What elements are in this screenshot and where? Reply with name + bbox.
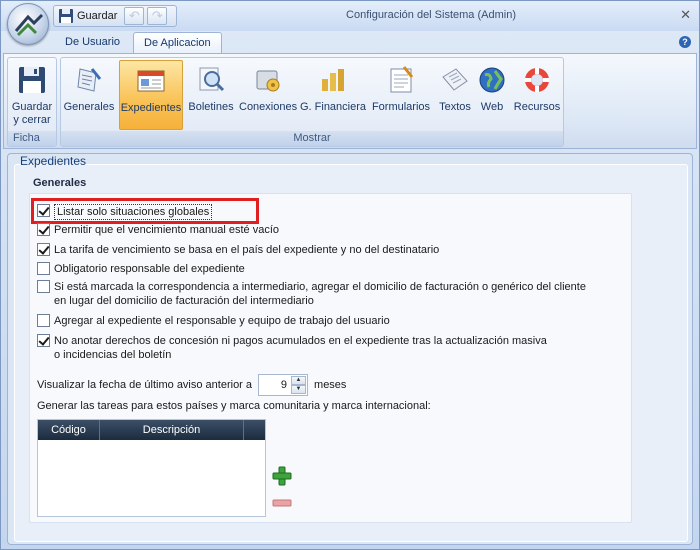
group-title-generales: Generales (33, 177, 87, 189)
highlight-box (31, 198, 259, 224)
label-no-anotar-line2: o incidencias del boletín (54, 349, 172, 361)
app-logo-icon (14, 13, 44, 37)
ribbon-button-boletines[interactable]: Boletines (185, 60, 237, 130)
column-descripcion[interactable]: Descripción (100, 420, 244, 440)
label-vencimiento-vacio: Permitir que el vencimiento manual esté … (54, 224, 279, 236)
last-notice-row: Visualizar la fecha de último aviso ante… (37, 374, 346, 396)
generales-icon (77, 68, 102, 92)
expedientes-icon (137, 70, 165, 92)
tab-de-usuario[interactable]: De Usuario (55, 32, 130, 54)
ribbon-label-generales: Generales (63, 101, 115, 113)
ribbon-group-ficha: Guardar y cerrar Ficha (7, 57, 57, 147)
ribbon-label-conexiones: Conexiones (239, 101, 298, 113)
title-bar: Guardar ↶ ↷ Configuración del Sistema (A… (1, 1, 699, 31)
textos-icon (442, 68, 468, 91)
option-vencimiento-vacio[interactable]: Permitir que el vencimiento manual esté … (37, 223, 279, 237)
save-close-icon (19, 67, 45, 93)
formularios-icon (390, 66, 414, 93)
option-domicilio-facturacion[interactable]: Si está marcada la correspondencia a int… (37, 280, 586, 308)
checkbox-domicilio-facturacion[interactable] (37, 280, 50, 293)
app-menu-button[interactable] (7, 3, 49, 45)
label-agregar-responsable: Agregar al expediente el responsable y e… (54, 315, 390, 327)
ribbon-button-expedientes[interactable]: Expedientes (119, 60, 183, 130)
add-row-button[interactable] (272, 466, 292, 486)
ribbon-label-expedientes: Expedientes (120, 102, 182, 114)
section-title: Expedientes (20, 154, 87, 168)
ribbon-label-g-financiera: G. Financiera (299, 101, 367, 113)
financiera-icon (322, 69, 344, 91)
ribbon-button-recursos[interactable]: Recursos (511, 60, 563, 130)
ribbon-button-formularios[interactable]: Formularios (369, 60, 433, 130)
ribbon-button-generales[interactable]: Generales (63, 60, 115, 130)
ribbon-label-recursos: Recursos (513, 101, 561, 113)
last-notice-prefix: Visualizar la fecha de último aviso ante… (37, 379, 253, 391)
mostrar-group-label: Mostrar (61, 131, 563, 146)
last-notice-suffix: meses (314, 379, 347, 391)
tasks-label: Generar las tareas para estos países y m… (37, 400, 431, 412)
ficha-group-label: Ficha (8, 131, 56, 146)
ribbon-button-textos[interactable]: Textos (435, 60, 475, 130)
label-domicilio-line2: en lugar del domicilio de facturación de… (54, 295, 314, 307)
checkbox-responsable-obligatorio[interactable] (37, 262, 50, 275)
ribbon-tabs: De Usuario De Aplicacion ? (1, 31, 699, 54)
ribbon-button-web[interactable]: Web (475, 60, 509, 130)
tab-de-aplicacion[interactable]: De Aplicacion (133, 32, 222, 54)
save-close-button[interactable]: Guardar y cerrar (9, 60, 55, 130)
option-tarifa-pais[interactable]: La tarifa de vencimiento se basa en el p… (37, 243, 439, 257)
ribbon-group-mostrar: Generales Expedientes Boletines Conexion… (60, 57, 564, 147)
recursos-icon (525, 68, 549, 92)
plus-icon (272, 466, 292, 486)
help-icon[interactable]: ? (679, 36, 691, 48)
window-title: Configuración del Sistema (Admin) (346, 9, 516, 21)
ribbon-label-boletines: Boletines (188, 101, 234, 113)
option-agregar-responsable[interactable]: Agregar al expediente el responsable y e… (37, 314, 390, 328)
checkbox-vencimiento-vacio[interactable] (37, 223, 50, 236)
months-spinner[interactable]: 9 ▲ ▼ (258, 374, 309, 396)
column-extra (244, 420, 265, 440)
app-window: Guardar ↶ ↷ Configuración del Sistema (A… (0, 0, 700, 550)
ribbon-button-g-financiera[interactable]: G. Financiera (299, 60, 367, 130)
label-tarifa-pais: La tarifa de vencimiento se basa en el p… (54, 244, 440, 256)
spinner-down-icon[interactable]: ▼ (291, 385, 307, 394)
ribbon-button-conexiones[interactable]: Conexiones (239, 60, 297, 130)
option-no-anotar-derechos[interactable]: No anotar derechos de concesión ni pagos… (37, 334, 547, 362)
checkbox-no-anotar-derechos[interactable] (37, 334, 50, 347)
option-responsable-obligatorio[interactable]: Obligatorio responsable del expediente (37, 262, 245, 276)
label-responsable-obligatorio: Obligatorio responsable del expediente (54, 263, 245, 275)
ribbon-label-formularios: Formularios (371, 101, 431, 113)
conexiones-icon (256, 70, 280, 92)
ribbon-label-textos: Textos (439, 101, 471, 113)
remove-row-button[interactable] (272, 496, 292, 510)
label-domicilio-line1: Si está marcada la correspondencia a int… (54, 281, 586, 293)
grid-header: Código Descripción (38, 420, 265, 440)
countries-grid[interactable]: Código Descripción (37, 419, 266, 517)
label-no-anotar-line1: No anotar derechos de concesión ni pagos… (54, 335, 547, 347)
ribbon-label-web: Web (480, 101, 504, 113)
checkbox-agregar-responsable[interactable] (37, 314, 50, 327)
save-close-line2: y cerrar (13, 114, 51, 126)
column-codigo[interactable]: Código (38, 420, 100, 440)
ribbon: Guardar y cerrar Ficha Generales Expedie… (3, 53, 697, 149)
close-button[interactable]: ✕ (680, 7, 691, 23)
web-icon (479, 67, 505, 93)
save-close-line1: Guardar (11, 101, 53, 113)
spinner-up-icon[interactable]: ▲ (291, 376, 307, 385)
months-value: 9 (280, 379, 288, 391)
boletines-icon (199, 67, 225, 92)
minus-icon (272, 499, 292, 507)
checkbox-tarifa-pais[interactable] (37, 243, 50, 256)
